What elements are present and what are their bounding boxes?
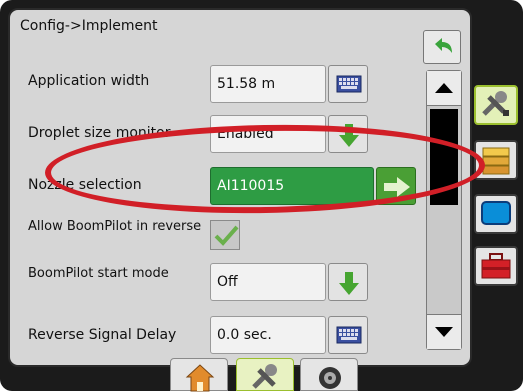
back-button[interactable] (423, 30, 461, 64)
list-scrollbar[interactable] (426, 70, 462, 350)
drawer-icon (482, 147, 510, 175)
reverse-signal-delay-label: Reverse Signal Delay (28, 327, 177, 343)
reverse-signal-delay-keyboard-button[interactable] (328, 316, 368, 354)
down-arrow-icon (339, 272, 359, 295)
toolbox-icon (481, 253, 511, 279)
keyboard-icon (336, 75, 362, 93)
device-frame: Config->Implement Application width 51.5… (0, 0, 523, 392)
bottom-tab-speaker[interactable] (300, 358, 358, 391)
right-arrow-icon (384, 177, 410, 197)
side-tab-display[interactable] (474, 194, 518, 234)
bottom-tab-home[interactable] (170, 358, 228, 392)
nozzle-selection-next-button[interactable] (376, 167, 416, 205)
allow-boompilot-reverse-label: Allow BoomPilot in reverse (28, 219, 202, 234)
triangle-down-icon (435, 327, 453, 337)
tools-icon (482, 91, 509, 116)
keyboard-icon (336, 326, 362, 344)
display-icon (481, 201, 511, 225)
scroll-down-button[interactable] (427, 314, 461, 349)
tools-icon (252, 364, 277, 389)
application-width-keyboard-button[interactable] (328, 65, 368, 103)
side-tab-toolbox[interactable] (474, 246, 518, 286)
nozzle-selection-field[interactable]: AI110015 (210, 167, 374, 205)
home-icon (185, 364, 215, 392)
droplet-size-monitor-field[interactable]: Enabled (210, 115, 326, 153)
scroll-thumb[interactable] (430, 109, 458, 205)
scroll-up-button[interactable] (427, 71, 461, 106)
boompilot-start-mode-dropdown-button[interactable] (328, 263, 368, 301)
allow-boompilot-reverse-checkbox[interactable] (210, 220, 240, 250)
droplet-size-monitor-dropdown-button[interactable] (328, 115, 368, 153)
checkmark-icon (214, 225, 239, 246)
page-title: Config->Implement (20, 18, 158, 34)
down-arrow-icon (339, 124, 359, 147)
bottom-tab-tools[interactable] (236, 358, 294, 391)
reverse-signal-delay-field[interactable]: 0.0 sec. (210, 316, 326, 354)
config-screen: Config->Implement Application width 51.5… (8, 8, 472, 367)
nozzle-selection-label: Nozzle selection (28, 177, 142, 193)
side-tab-tools[interactable] (474, 85, 518, 125)
boompilot-start-mode-field[interactable]: Off (210, 263, 326, 301)
side-tab-storage[interactable] (474, 140, 518, 180)
speaker-icon (319, 367, 341, 389)
droplet-size-monitor-label: Droplet size monitor (28, 125, 171, 141)
triangle-up-icon (435, 83, 453, 93)
back-arrow-icon (435, 38, 452, 53)
boompilot-start-mode-label: BoomPilot start mode (28, 266, 169, 281)
application-width-label: Application width (28, 73, 150, 89)
application-width-field[interactable]: 51.58 m (210, 65, 326, 103)
